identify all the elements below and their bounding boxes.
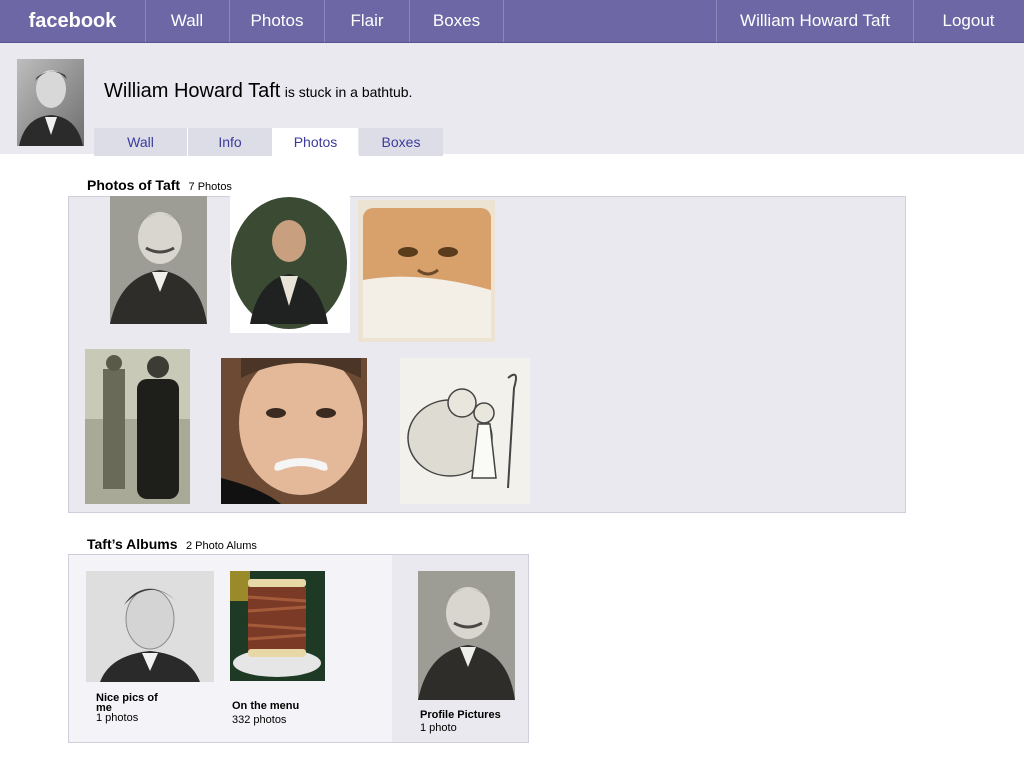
albums-count: 2 Photo Alums (185, 540, 257, 552)
profile-avatar[interactable] (17, 59, 84, 146)
tab-photos[interactable]: Photos (273, 128, 358, 156)
top-navigation-bar: facebook Wall Photos Flair Boxes William… (0, 0, 1024, 43)
photos-section-title: Photos of Taft (87, 177, 181, 193)
tab-info[interactable]: Info (188, 128, 273, 156)
album-cover-on-the-menu[interactable] (230, 571, 325, 681)
photo-taft-portrait[interactable] (110, 196, 207, 324)
nav-boxes[interactable]: Boxes (410, 0, 504, 42)
nav-user-profile[interactable]: William Howard Taft (716, 0, 914, 42)
album-count-nice-pics: 1 photos (96, 712, 139, 724)
profile-name[interactable]: William Howard Taft (104, 80, 280, 102)
album-cover-nice-pics[interactable] (86, 571, 214, 682)
album-count-profile-pictures: 1 photo (420, 722, 457, 734)
album-name-profile-pictures[interactable]: Profile Pictures (420, 710, 530, 721)
nav-flair[interactable]: Flair (325, 0, 410, 42)
tab-wall[interactable]: Wall (94, 128, 188, 156)
photo-taft-closeup[interactable] (221, 358, 367, 504)
facebook-logo[interactable]: facebook (0, 0, 146, 42)
album-cover-profile-pictures[interactable] (418, 571, 515, 700)
album-name-nice-pics[interactable]: Nice pics of me (96, 693, 176, 714)
photo-grumpy-cat[interactable] (358, 200, 495, 342)
status-line: William Howard Taft is stuck in a bathtu… (104, 80, 412, 103)
photos-count: 7 Photos (188, 181, 232, 193)
album-name-on-the-menu[interactable]: On the menu (232, 701, 332, 712)
logout-button[interactable]: Logout (913, 0, 1024, 42)
photo-taft-handshake[interactable] (85, 349, 190, 504)
status-text: is stuck in a bathtub. (284, 84, 413, 100)
photos-section-header: Photos of Taft 7 Photos (87, 177, 232, 195)
photo-taft-oval-portrait[interactable] (230, 196, 350, 333)
albums-section-title: Taft’s Albums (87, 536, 178, 552)
tab-boxes[interactable]: Boxes (359, 128, 443, 156)
album-count-on-the-menu: 332 photos (232, 714, 287, 726)
nav-photos[interactable]: Photos (230, 0, 325, 42)
nav-wall[interactable]: Wall (145, 0, 230, 42)
photo-taft-sheep-cartoon[interactable] (400, 358, 530, 504)
albums-section-header: Taft’s Albums 2 Photo Alums (87, 536, 257, 554)
